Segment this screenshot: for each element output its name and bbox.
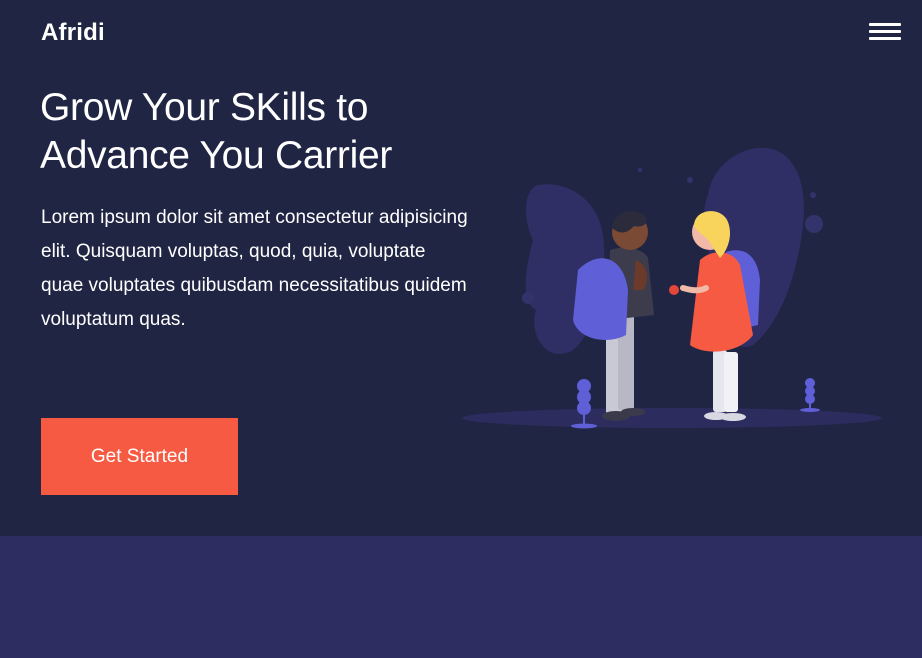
- decor-dot: [687, 177, 693, 183]
- hamburger-menu-icon[interactable]: [869, 22, 901, 42]
- ground-shadow: [462, 408, 882, 428]
- plant-right: [800, 378, 820, 412]
- decor-dot: [638, 168, 642, 172]
- students-with-backpacks-illustration: [462, 147, 882, 429]
- next-section-band: [0, 536, 922, 658]
- menu-bar: [869, 23, 901, 26]
- hero-title: Grow Your SKills to Advance You Carrier: [40, 84, 480, 180]
- get-started-button[interactable]: Get Started: [41, 418, 238, 495]
- hero-title-line-1: Grow Your SKills to: [40, 86, 369, 129]
- hero-description: Lorem ipsum dolor sit amet consectetur a…: [41, 207, 468, 330]
- site-logo[interactable]: Afridi: [41, 19, 105, 47]
- decor-dot: [805, 215, 823, 233]
- hero-title-line-2: Advance You Carrier: [40, 134, 393, 177]
- hero-section: Afridi Grow Your SKills to Advance You C…: [0, 0, 922, 536]
- menu-bar: [869, 37, 901, 40]
- decor-dot: [810, 192, 816, 198]
- decor-dot: [522, 292, 534, 304]
- menu-bar: [869, 30, 901, 33]
